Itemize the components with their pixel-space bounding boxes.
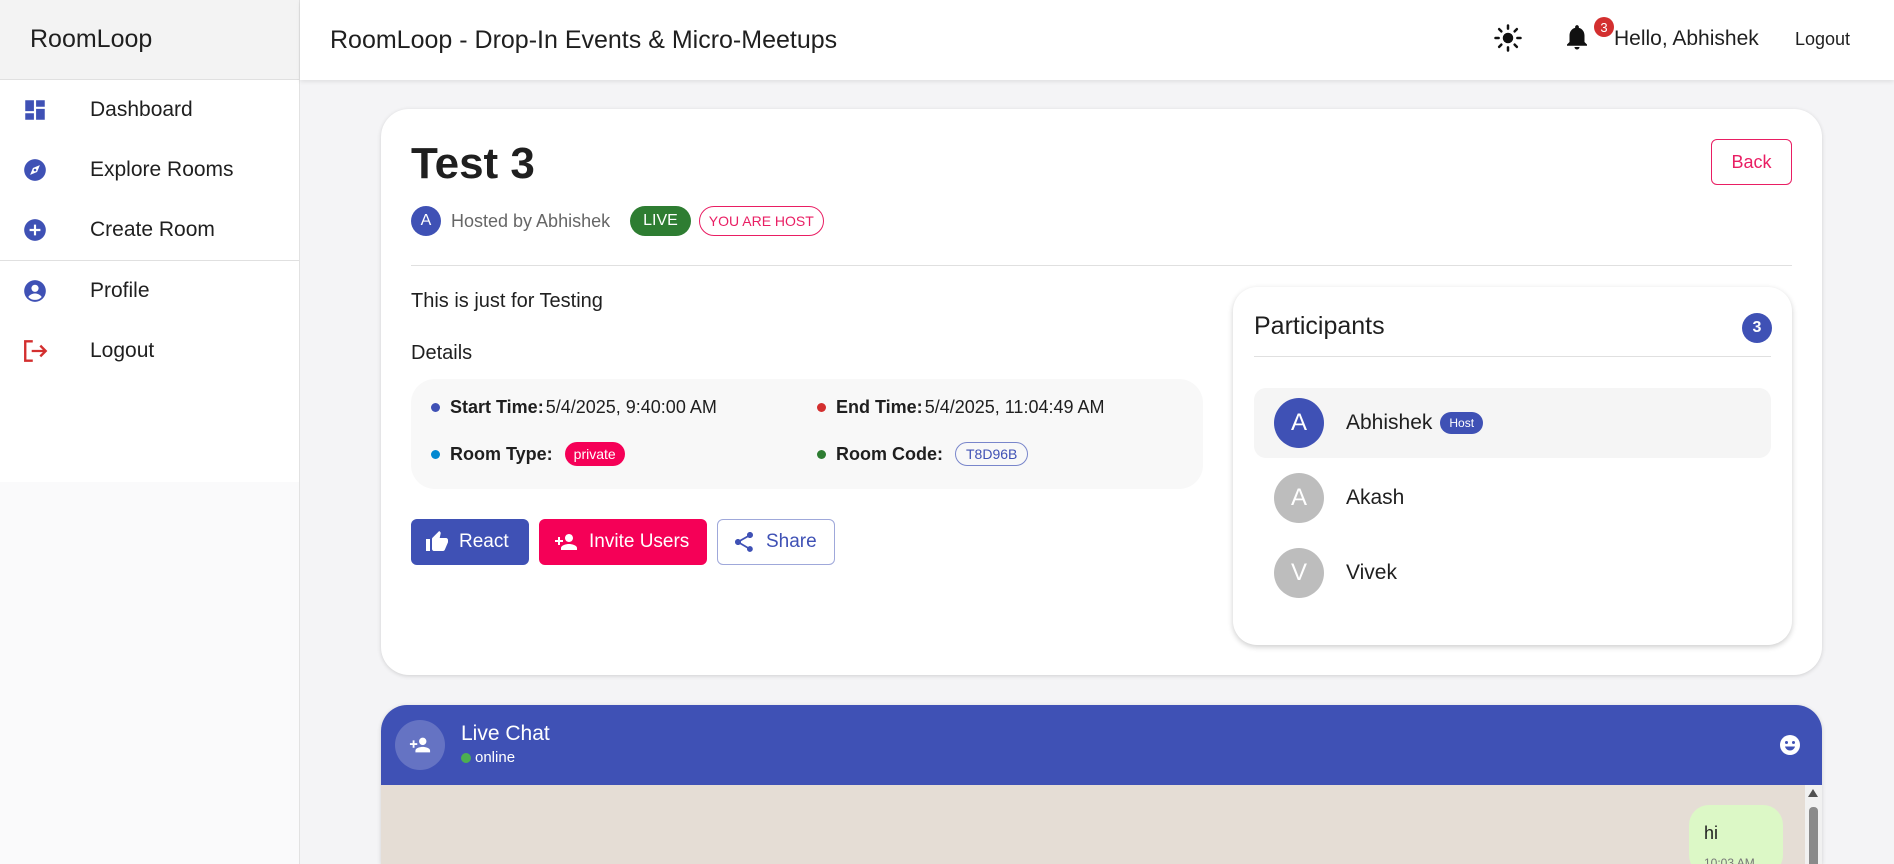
chat-message-bubble: hi 10:03 AM [1689, 805, 1783, 864]
chat-status: online [461, 749, 515, 766]
sidebar-item-label: Create Room [90, 218, 215, 241]
hosted-by-text: Hosted by Abhishek [451, 210, 611, 231]
sidebar: RoomLoop Dashboard Explore Rooms Create … [0, 0, 300, 864]
end-time-row: End Time: 5/4/2025, 11:04:49 AM [817, 397, 1105, 418]
room-type-row: Room Type: private [431, 442, 625, 466]
end-time-value: 5/4/2025, 11:04:49 AM [924, 397, 1105, 417]
notification-badge: 3 [1594, 17, 1614, 37]
thumb-up-icon [426, 531, 448, 551]
header-divider [411, 265, 1792, 266]
sidebar-item-explore-rooms[interactable]: Explore Rooms [0, 140, 299, 200]
participant-item[interactable]: A Akash [1254, 463, 1771, 533]
compass-icon [0, 157, 90, 183]
scroll-up-arrow-icon[interactable] [1808, 789, 1818, 797]
host-chip: Host [1440, 412, 1484, 434]
sun-icon[interactable] [1493, 23, 1523, 58]
participants-title: Participants [1254, 312, 1385, 340]
avatar: A [1274, 473, 1324, 523]
host-avatar: A [411, 206, 441, 236]
message-text: hi [1704, 823, 1719, 843]
emoji-icon[interactable] [1778, 733, 1802, 762]
chat-title: Live Chat [461, 722, 550, 745]
share-icon [735, 532, 753, 552]
start-time-label: Start Time: [450, 397, 544, 417]
sidebar-item-label: Dashboard [90, 98, 193, 121]
logout-icon [0, 338, 90, 364]
bullet-dot [817, 403, 826, 412]
person-add-icon [409, 737, 431, 753]
user-greeting: Hello, Abhishek [1614, 27, 1759, 50]
chat-messages: hi 10:03 AM [381, 785, 1822, 864]
sidebar-item-label: Profile [90, 279, 150, 302]
bullet-dot [431, 403, 440, 412]
sidebar-item-label: Logout [90, 339, 155, 362]
avatar: V [1274, 548, 1324, 598]
logout-button[interactable]: Logout [1795, 29, 1850, 50]
sidebar-item-label: Explore Rooms [90, 158, 234, 181]
app-header: RoomLoop - Drop-In Events & Micro-Meetup… [300, 0, 1894, 80]
sidebar-item-profile[interactable]: Profile [0, 261, 299, 321]
chat-scrollbar[interactable] [1805, 785, 1822, 864]
scrollbar-thumb[interactable] [1809, 807, 1818, 864]
start-time-row: Start Time: 5/4/2025, 9:40:00 AM [431, 397, 717, 418]
account-icon [0, 278, 90, 304]
react-button-label: React [459, 531, 509, 552]
details-panel: Start Time: 5/4/2025, 9:40:00 AM End Tim… [411, 379, 1203, 489]
live-chat-panel: Live Chat online hi 10:03 AM [381, 705, 1822, 864]
participant-item[interactable]: A Abhishek Host [1254, 388, 1771, 458]
start-time-value: 5/4/2025, 9:40:00 AM [545, 397, 717, 417]
room-card: Test 3 Back A Hosted by Abhishek LIVE YO… [381, 109, 1822, 675]
room-title: Test 3 [411, 139, 535, 188]
participants-count-badge: 3 [1742, 313, 1772, 343]
live-status-chip: LIVE [630, 206, 691, 236]
avatar: A [1274, 398, 1324, 448]
room-code-row: Room Code: T8D96B [817, 442, 1029, 466]
participant-name: Abhishek [1346, 411, 1433, 434]
participant-name: Akash [1346, 486, 1405, 509]
room-code-chip[interactable]: T8D96B [955, 442, 1029, 466]
host-role-chip: YOU ARE HOST [698, 206, 824, 236]
invite-users-label: Invite Users [589, 531, 690, 552]
participant-item[interactable]: V Vivek [1254, 538, 1771, 608]
online-indicator [461, 752, 471, 763]
room-type-chip: private [564, 442, 625, 466]
participants-divider [1254, 356, 1771, 357]
end-time-label: End Time: [836, 397, 923, 417]
participant-name: Vivek [1346, 561, 1397, 584]
dashboard-icon [0, 97, 90, 123]
share-button-label: Share [766, 531, 817, 552]
chat-status-text: online [475, 749, 516, 766]
chat-header: Live Chat online [381, 705, 1822, 785]
sidebar-item-logout[interactable]: Logout [0, 321, 299, 381]
host-row: A Hosted by Abhishek LIVE YOU ARE HOST [411, 206, 824, 236]
chat-avatar[interactable] [395, 720, 445, 770]
sidebar-item-create-room[interactable]: Create Room [0, 200, 299, 260]
message-time: 10:03 AM [1704, 856, 1755, 864]
room-description: This is just for Testing [411, 290, 603, 312]
share-button[interactable]: Share [717, 519, 835, 565]
back-button[interactable]: Back [1711, 139, 1792, 185]
brand-logo[interactable]: RoomLoop [0, 0, 299, 80]
invite-users-button[interactable]: Invite Users [539, 519, 707, 565]
bullet-dot [431, 449, 440, 459]
room-code-label: Room Code: [836, 443, 943, 464]
page-title: RoomLoop - Drop-In Events & Micro-Meetup… [330, 25, 838, 54]
sidebar-menu: Dashboard Explore Rooms Create Room Prof… [0, 80, 299, 482]
react-button[interactable]: React [411, 519, 529, 565]
add-circle-icon [0, 217, 90, 243]
bullet-dot [817, 449, 826, 459]
person-add-icon [555, 534, 577, 550]
participants-panel: Participants 3 A Abhishek Host A Akash V… [1233, 287, 1792, 645]
details-heading: Details [411, 342, 473, 364]
sidebar-item-dashboard[interactable]: Dashboard [0, 80, 299, 140]
bell-icon[interactable] [1562, 21, 1592, 58]
room-type-label: Room Type: [450, 443, 553, 464]
